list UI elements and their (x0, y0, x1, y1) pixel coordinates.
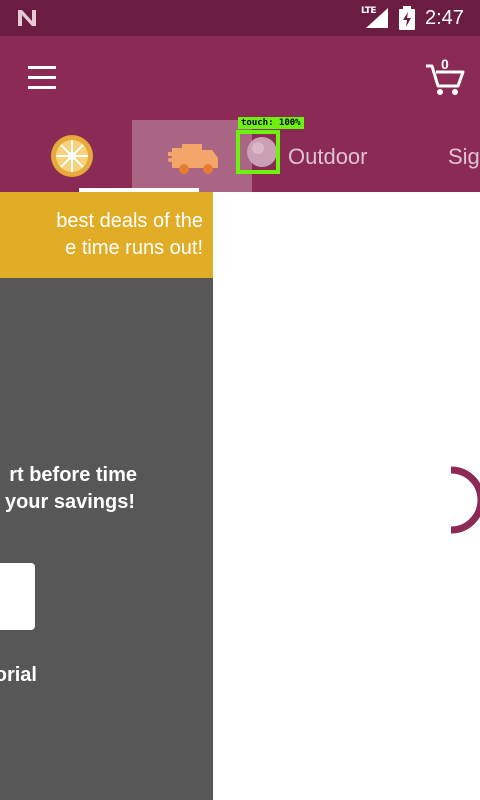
banner-line-1: best deals of the (56, 210, 203, 232)
network-type-label: LTE (361, 6, 377, 16)
tutorial-link[interactable]: orial (0, 664, 37, 687)
menu-button[interactable] (20, 58, 64, 98)
cart-message-line-2: your savings! (4, 491, 135, 513)
battery-charging-icon (399, 6, 415, 30)
loading-spinner-icon (450, 466, 480, 534)
tab-deals[interactable] (40, 120, 106, 192)
status-time: 2:47 (425, 7, 464, 29)
deals-badge-icon (51, 135, 93, 177)
tab-sig[interactable]: Sig (412, 120, 480, 192)
touch-indicator-box (236, 130, 280, 174)
hamburger-menu-icon (28, 66, 56, 69)
status-bar: LTE 2:47 (0, 0, 480, 36)
delivery-truck-icon (168, 144, 218, 174)
hamburger-menu-icon-bar (28, 86, 56, 89)
panel-action-button[interactable] (0, 563, 35, 630)
content-area (213, 192, 480, 800)
deals-side-panel: best deals of the e time runs out! rt be… (0, 192, 213, 800)
n-logo-icon (18, 10, 36, 26)
tab-outdoor-label: Outdoor (288, 144, 368, 169)
banner-line-2: e time runs out! (65, 237, 203, 259)
category-tab-bar: Outdoor Sig touch: 100% (0, 117, 480, 192)
cart-count-badge: 0 (441, 56, 449, 72)
hamburger-menu-icon-bar (28, 76, 56, 79)
tab-sig-label: Sig (448, 144, 480, 169)
deal-banner: best deals of the e time runs out! (0, 192, 213, 278)
cart-message-line-1: rt before time (9, 464, 137, 486)
app-bar: 0 (0, 36, 480, 120)
touch-indicator-label: touch: 100% (238, 117, 304, 129)
tab-delivery[interactable] (132, 120, 252, 192)
